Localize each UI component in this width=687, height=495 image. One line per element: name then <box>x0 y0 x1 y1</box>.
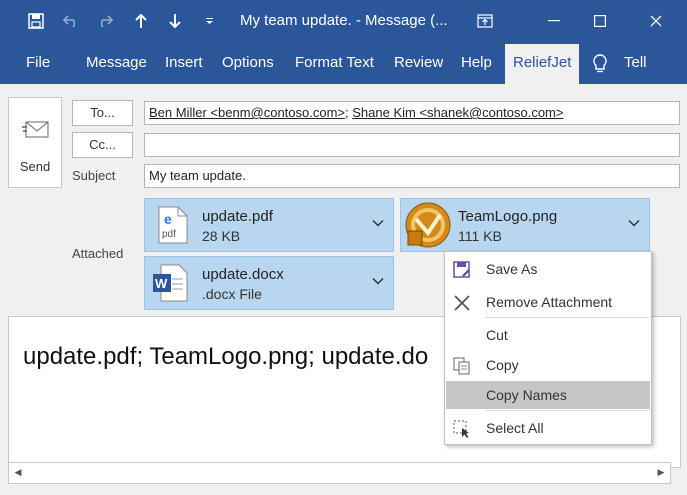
chevron-down-icon[interactable] <box>371 216 385 230</box>
menu-item-label: Copy Names <box>486 387 567 403</box>
menu-separator <box>485 410 649 411</box>
tab-file[interactable]: File <box>26 42 50 84</box>
customize-toolbar-icon[interactable] <box>202 8 216 34</box>
tab-message[interactable]: Message <box>86 42 147 84</box>
cc-field[interactable] <box>144 133 680 157</box>
attachment-item[interactable]: W update.docx .docx File <box>144 256 394 310</box>
arrow-down-icon[interactable] <box>165 8 185 34</box>
attachment-name: update.pdf <box>202 208 273 225</box>
recipient-chip[interactable]: Shane Kim <shanek@contoso.com> <box>352 105 563 120</box>
menu-item-save-as[interactable]: Save As <box>446 255 650 283</box>
word-file-icon: W <box>152 264 188 305</box>
attachment-item[interactable]: TeamLogo.png 111 KB <box>400 198 650 252</box>
attachment-item[interactable]: e pdf update.pdf 28 KB <box>144 198 394 252</box>
tab-format-text[interactable]: Format Text <box>295 42 374 84</box>
horizontal-scrollbar[interactable]: ◀ ▶ <box>8 462 671 484</box>
tab-tell-me[interactable]: Tell <box>624 42 647 84</box>
minimize-button[interactable] <box>531 0 577 42</box>
menu-item-copy[interactable]: Copy <box>446 351 650 379</box>
subject-field[interactable]: My team update. <box>144 164 680 188</box>
scroll-right-icon[interactable]: ▶ <box>652 463 670 481</box>
window-title: My team update. - Message (... <box>240 12 448 29</box>
image-file-icon <box>404 201 452 252</box>
svg-text:e: e <box>164 211 172 227</box>
to-button[interactable]: To... <box>72 100 133 126</box>
arrow-up-icon[interactable] <box>131 8 151 34</box>
attachment-size: 28 KB <box>202 228 241 244</box>
menu-item-label: Remove Attachment <box>486 294 613 310</box>
attachment-context-menu: Save As Remove Attachment Cut Copy Copy … <box>444 251 652 445</box>
remove-x-icon <box>453 293 471 311</box>
menu-item-label: Copy <box>486 357 519 373</box>
menu-item-select-all[interactable]: Select All <box>446 414 650 442</box>
copy-icon <box>453 356 471 375</box>
menu-item-label: Save As <box>486 261 538 277</box>
recipient-separator: ; <box>345 105 349 120</box>
redo-icon[interactable] <box>92 8 118 34</box>
tab-reliefjet[interactable]: ReliefJet <box>505 44 580 84</box>
body-text: update.pdf; TeamLogo.png; update.do <box>23 343 429 370</box>
svg-text:W: W <box>155 276 168 291</box>
ribbon-display-icon[interactable] <box>462 0 508 42</box>
cc-button[interactable]: Cc... <box>72 132 133 158</box>
ribbon-tabs: File Message Insert Options Format Text … <box>0 42 687 84</box>
chevron-down-icon[interactable] <box>627 216 641 230</box>
svg-text:pdf: pdf <box>162 229 176 240</box>
tab-help[interactable]: Help <box>461 42 492 84</box>
attachment-name: TeamLogo.png <box>458 208 558 225</box>
select-all-icon <box>453 419 471 438</box>
chevron-down-icon[interactable] <box>371 274 385 288</box>
send-label: Send <box>19 159 51 174</box>
save-icon[interactable] <box>24 8 48 34</box>
recipient-chip[interactable]: Ben Miller <benm@contoso.com> <box>149 105 345 120</box>
maximize-button[interactable] <box>577 0 623 42</box>
menu-separator <box>485 317 649 318</box>
send-button[interactable]: Send <box>8 97 62 188</box>
save-as-icon <box>453 260 471 278</box>
attachment-name: update.docx <box>202 266 284 283</box>
menu-item-label: Cut <box>486 327 508 343</box>
close-button[interactable] <box>633 0 679 42</box>
subject-label: Subject <box>72 168 116 183</box>
to-field[interactable]: Ben Miller <benm@contoso.com>; Shane Kim… <box>144 101 680 125</box>
send-envelope-icon <box>22 119 50 144</box>
attached-label: Attached <box>72 246 124 261</box>
scroll-left-icon[interactable]: ◀ <box>9 463 27 481</box>
undo-icon[interactable] <box>58 8 84 34</box>
attachment-size: 111 KB <box>458 228 502 244</box>
pdf-file-icon: e pdf <box>158 206 188 247</box>
attachment-size: .docx File <box>202 286 262 302</box>
tab-options[interactable]: Options <box>222 42 274 84</box>
menu-item-label: Select All <box>486 420 544 436</box>
lightbulb-icon[interactable] <box>592 54 608 74</box>
tab-insert[interactable]: Insert <box>165 42 203 84</box>
title-bar: My team update. - Message (... <box>0 0 687 42</box>
tab-review[interactable]: Review <box>394 42 443 84</box>
menu-item-remove-attachment[interactable]: Remove Attachment <box>446 288 650 316</box>
menu-item-copy-names[interactable]: Copy Names <box>446 381 650 409</box>
menu-item-cut[interactable]: Cut <box>446 321 650 349</box>
